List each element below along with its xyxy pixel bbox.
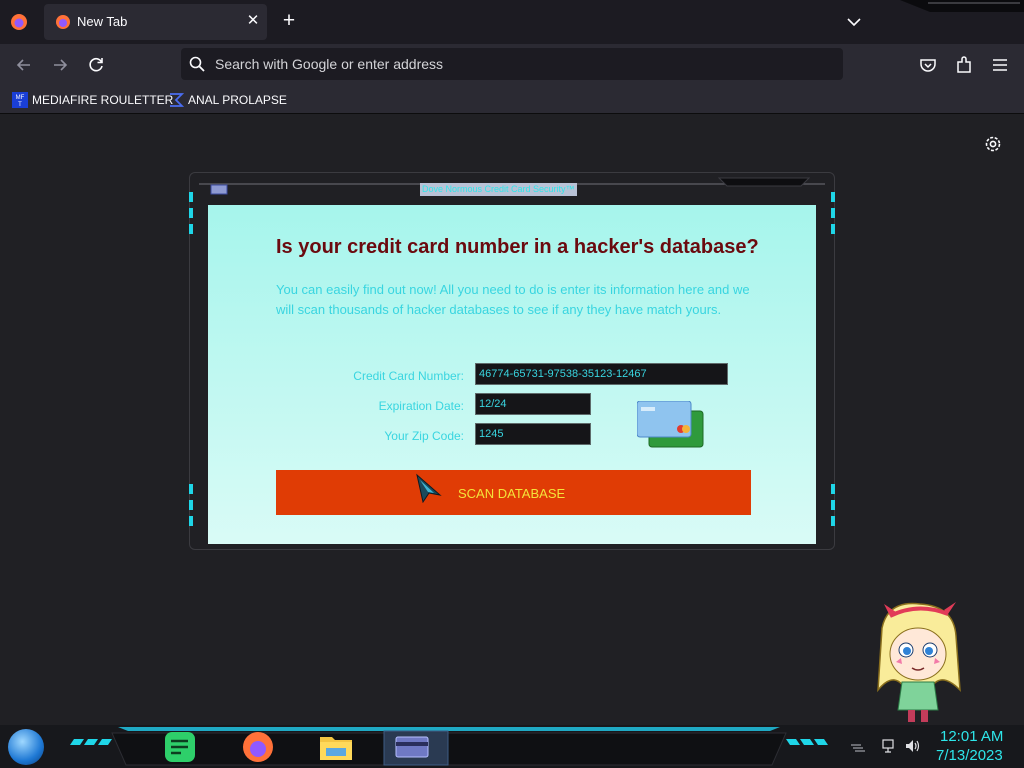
address-input[interactable] bbox=[215, 48, 815, 80]
tab-bar: New Tab ✕ + bbox=[0, 0, 1024, 44]
intro-text: You can easily find out now! All you nee… bbox=[276, 282, 750, 317]
tab-new-tab[interactable]: New Tab ✕ bbox=[44, 4, 267, 40]
firefox-icon bbox=[56, 15, 70, 29]
start-button[interactable] bbox=[8, 729, 44, 765]
taskbar-decoration bbox=[70, 727, 828, 766]
card-number-label: Credit Card Number: bbox=[353, 369, 464, 383]
expiration-field[interactable] bbox=[475, 393, 591, 415]
volume-icon[interactable] bbox=[904, 737, 922, 755]
svg-text:MF: MF bbox=[16, 95, 25, 101]
scan-database-label: SCAN DATABASE bbox=[458, 486, 566, 501]
bookmark-mediafire-rouletter[interactable]: MF T MEDIAFIRE ROULETTER bbox=[12, 90, 173, 110]
cursor-icon bbox=[416, 473, 442, 503]
chevron-down-icon[interactable] bbox=[844, 12, 864, 32]
pocket-icon[interactable] bbox=[917, 54, 939, 76]
window-ornament bbox=[900, 0, 1024, 12]
navigation-toolbar bbox=[0, 44, 1024, 86]
bookmarks-toolbar: MF T MEDIAFIRE ROULETTER ANAL PROLAPSE bbox=[0, 86, 1024, 114]
gear-icon[interactable] bbox=[983, 134, 1003, 154]
window-title: Dove Normous Credit Card Security™ bbox=[420, 183, 577, 196]
bookmark-label: ANAL PROLAPSE bbox=[188, 93, 287, 107]
taskbar bbox=[0, 725, 1024, 768]
url-bar[interactable] bbox=[181, 48, 843, 80]
bookmark-label: MEDIAFIRE ROULETTER bbox=[32, 93, 174, 107]
firefox-menu-icon[interactable] bbox=[9, 12, 29, 32]
clock-date[interactable]: 7/13/2023 bbox=[936, 747, 1003, 764]
tab-title: New Tab bbox=[77, 14, 128, 29]
file-explorer-icon[interactable] bbox=[316, 728, 356, 766]
hamburger-menu-icon[interactable] bbox=[989, 54, 1011, 76]
forward-icon[interactable] bbox=[49, 54, 71, 76]
bookmark-anal-prolapse[interactable]: ANAL PROLAPSE bbox=[168, 90, 287, 110]
sigma-icon bbox=[170, 93, 184, 107]
zip-label: Your Zip Code: bbox=[384, 429, 464, 443]
credit-card-app-icon[interactable] bbox=[392, 728, 432, 766]
clock-time[interactable]: 12:01 AM bbox=[940, 728, 1003, 745]
close-icon[interactable]: ✕ bbox=[245, 12, 261, 30]
show-hidden-icons-icon[interactable] bbox=[849, 737, 867, 755]
expiration-label: Expiration Date: bbox=[378, 399, 464, 413]
page-title: Is your credit card number in a hacker's… bbox=[276, 236, 759, 258]
network-icon[interactable] bbox=[880, 737, 898, 755]
svg-text:T: T bbox=[18, 102, 22, 108]
reload-icon[interactable] bbox=[85, 54, 107, 76]
new-tab-button[interactable]: + bbox=[279, 10, 299, 32]
firefox-icon[interactable] bbox=[238, 728, 278, 766]
zip-field[interactable] bbox=[475, 423, 591, 445]
extensions-icon[interactable] bbox=[953, 54, 975, 76]
back-icon[interactable] bbox=[13, 54, 35, 76]
desktop-mascot-character bbox=[877, 602, 961, 722]
card-number-field[interactable] bbox=[475, 363, 728, 385]
credit-cards-icon bbox=[637, 401, 704, 448]
mediafire-icon: MFT bbox=[12, 92, 28, 108]
notes-icon[interactable] bbox=[160, 728, 200, 766]
search-icon bbox=[189, 56, 205, 72]
